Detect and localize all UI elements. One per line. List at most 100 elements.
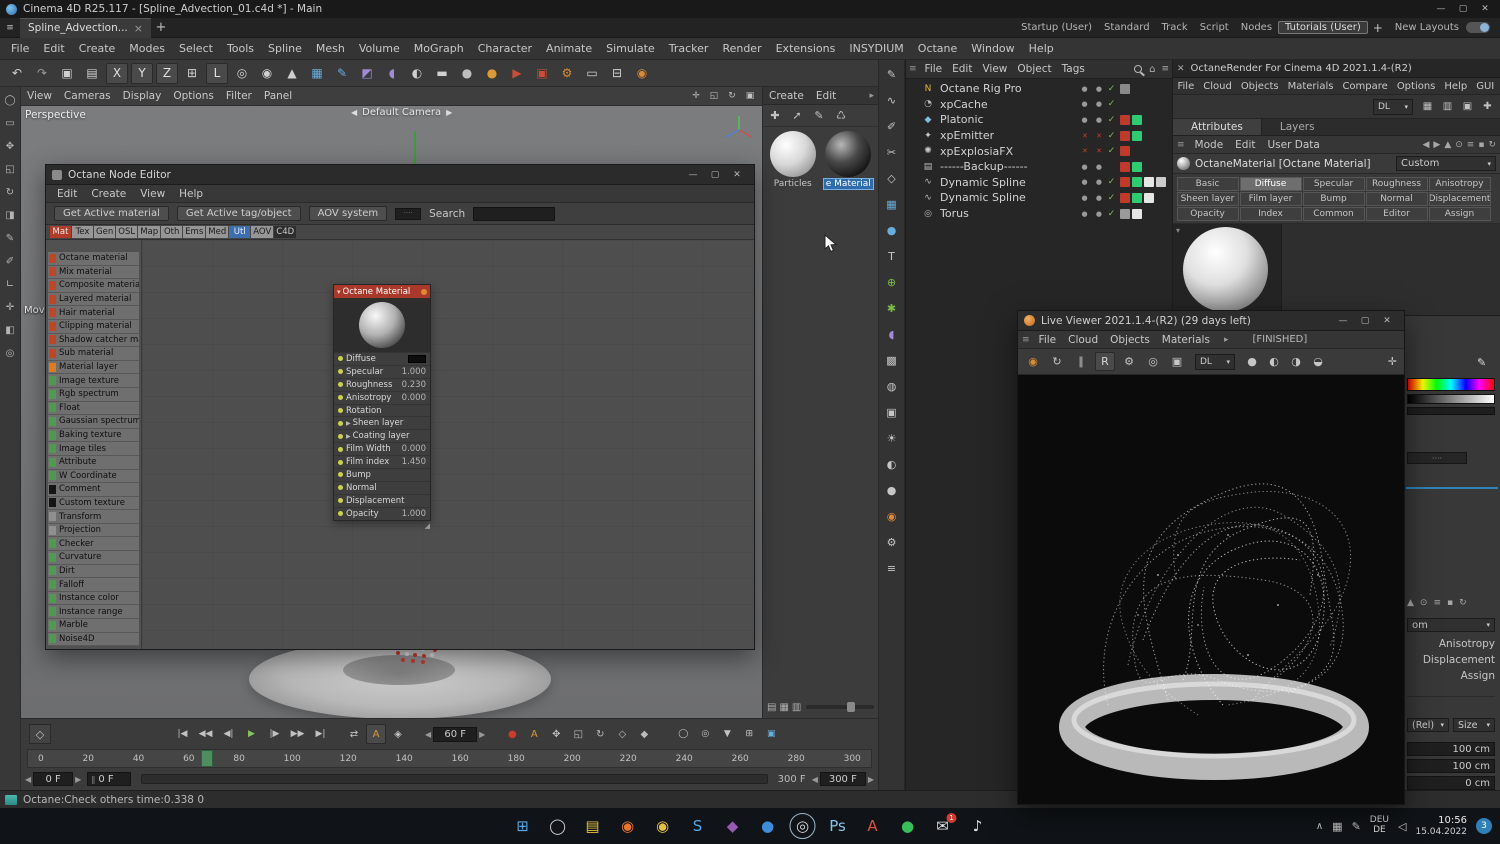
render-view[interactable]	[1018, 375, 1404, 804]
menu-item[interactable]: Character	[471, 42, 539, 55]
get-active-material-button[interactable]: Get Active material	[54, 206, 169, 221]
taskbar-app[interactable]: ▤	[583, 816, 603, 836]
material-icon[interactable]: ●	[882, 482, 901, 499]
music-app-icon[interactable]: ♪	[968, 816, 988, 836]
get-active-tag-button[interactable]: Get Active tag/object	[176, 206, 301, 221]
interactive-render-region-icon[interactable]: ▭	[581, 63, 603, 84]
object-name[interactable]: xpExplosiaFX	[940, 145, 1013, 158]
menu-item[interactable]: Volume	[352, 42, 407, 55]
node-property-row[interactable]: ▶ Diffuse	[334, 352, 430, 365]
document-tab[interactable]: Spline_Advection... ×	[20, 17, 151, 38]
object-tag[interactable]	[1156, 99, 1166, 109]
node-property-row[interactable]: ▶ Normal	[334, 480, 430, 494]
object-tag[interactable]	[1156, 193, 1166, 203]
section-tab[interactable]: Roughness	[1365, 176, 1428, 191]
rotate-view-icon[interactable]: ↻	[724, 88, 740, 104]
menu-item[interactable]: Window	[964, 42, 1021, 55]
axis-tool-icon[interactable]: ✛	[2, 299, 19, 315]
snapshot-list-icon[interactable]: ▤	[81, 63, 103, 84]
taskbar-app[interactable]: ⊞	[513, 816, 533, 836]
node-type-item[interactable]: Custom texture	[48, 496, 139, 511]
object-tag[interactable]	[1120, 161, 1130, 172]
subdivision-surface-icon[interactable]: ◩	[356, 63, 378, 84]
menu-item[interactable]: Mesh	[309, 42, 352, 55]
hue-spectrum-bar[interactable]	[1407, 378, 1495, 391]
move-tool-icon[interactable]: ✥	[2, 138, 19, 154]
settings-icon[interactable]: ⚙	[882, 534, 901, 551]
object-menu-item[interactable]: Edit	[947, 63, 977, 75]
record-parameter-toggle[interactable]: ◇	[612, 724, 632, 744]
node-property-row[interactable]: ▶ Coating layer	[334, 429, 430, 443]
brush-icon[interactable]: ✐	[882, 118, 901, 135]
menu-item[interactable]: Create	[72, 42, 123, 55]
file-explorer-icon[interactable]: ▤	[583, 816, 603, 836]
live-viewer-menu-item[interactable]: Objects	[1104, 334, 1156, 346]
record-keyframe-button[interactable]: ●	[502, 724, 522, 744]
preset-dropdown[interactable]: Custom ▾	[1396, 156, 1496, 171]
solo-mode-icon[interactable]: ◧	[2, 322, 19, 338]
timeline-ruler[interactable]: 0 20 40 60 80 100 120 140 160 180 200 220 240 260 280 3…	[27, 749, 872, 768]
render-camera-icon[interactable]: ▣	[1459, 99, 1476, 115]
node-type-item[interactable]: Comment	[48, 483, 139, 497]
material-tile[interactable]: e Material	[822, 131, 875, 190]
node-type-item[interactable]: Octane material	[48, 252, 139, 266]
brush-tool-icon[interactable]: ✐	[2, 253, 19, 269]
node-editor-menu-item[interactable]: View	[133, 188, 172, 200]
size-x-field[interactable]: 100 cm	[1407, 742, 1495, 756]
menu-item[interactable]: Render	[715, 42, 768, 55]
size-z-field[interactable]: 0 cm	[1407, 776, 1495, 790]
add-material-icon[interactable]: ✚	[765, 107, 785, 125]
node-type-item[interactable]: Instance range	[48, 605, 139, 620]
mode-menu-item[interactable]: Edit	[1229, 139, 1261, 151]
display-filter-icon[interactable]: ≡	[882, 560, 901, 577]
range-slider[interactable]	[141, 774, 768, 784]
object-tag[interactable]	[1144, 99, 1154, 109]
rectangle-selection-icon[interactable]: ▭	[2, 115, 19, 131]
object-tag[interactable]	[1144, 162, 1154, 172]
range-start-mini-field[interactable]: ‖ 0 F	[87, 772, 132, 786]
expand-arrow-icon[interactable]: ▶	[346, 420, 351, 427]
object-tag[interactable]	[1156, 177, 1166, 188]
motion-mode-icon[interactable]: ⊞	[739, 724, 759, 744]
viewport-menu-item[interactable]: Cameras	[58, 90, 117, 102]
taskbar-app[interactable]: A	[863, 816, 883, 836]
model-mode-icon[interactable]: ▲	[281, 63, 303, 84]
tab-list-icon[interactable]: ≡	[0, 18, 20, 38]
text-icon[interactable]: T	[882, 248, 901, 265]
section-tab[interactable]: Opacity	[1176, 206, 1239, 221]
record-rotation-toggle[interactable]: ↻	[590, 724, 610, 744]
taskbar-app[interactable]: ✉ 1	[933, 813, 957, 836]
node-property-row[interactable]: ▶ Bump	[334, 468, 430, 481]
node-type-item[interactable]: Sub material	[48, 347, 139, 361]
panel-menu-icon[interactable]: ≡	[909, 64, 917, 74]
add-tab-button[interactable]: +	[151, 18, 171, 38]
filter-tab[interactable]: Mat	[50, 226, 71, 238]
submenu-arrow-icon[interactable]: ▸	[1224, 335, 1229, 345]
pen-tool-icon[interactable]: ✎	[2, 230, 19, 246]
octane-menu-item[interactable]: Cloud	[1199, 81, 1237, 92]
menu-item[interactable]: INSYDIUM	[842, 42, 910, 55]
section-tab[interactable]: Normal	[1365, 191, 1428, 206]
frame-increment-icon[interactable]: ▶	[479, 730, 485, 739]
input-port-dot[interactable]	[338, 511, 343, 517]
object-name[interactable]: Torus	[940, 207, 969, 220]
snapshot-icon[interactable]: ▥	[1439, 99, 1456, 115]
range-end-decrement-icon[interactable]: ◀	[812, 775, 818, 784]
visibility-dots[interactable]: ● ●	[1082, 100, 1105, 108]
messenger-icon[interactable]: ●	[898, 816, 918, 836]
filter-icon[interactable]: ≡	[1161, 64, 1169, 74]
object-tag[interactable]	[1132, 161, 1142, 172]
section-tab[interactable]: Anisotropy	[1428, 176, 1491, 191]
camera-icon[interactable]: ▣	[882, 404, 901, 421]
object-tag[interactable]	[1156, 131, 1166, 141]
menu-item[interactable]: Modes	[122, 42, 172, 55]
property-value[interactable]: 1.450	[402, 457, 426, 467]
mode-menu-item[interactable]: User Data	[1262, 139, 1326, 151]
node-type-item[interactable]: Rgb spectrum	[48, 387, 139, 402]
layout-button[interactable]: Standard	[1098, 22, 1156, 33]
filter-icon[interactable]: ≡	[1433, 598, 1441, 608]
minimize-button[interactable]: —	[1332, 313, 1354, 329]
playhead[interactable]	[201, 750, 213, 767]
glossy-ball-icon[interactable]: ◐	[1265, 353, 1283, 371]
node-property-row[interactable]: ▶ Roughness 0.230	[334, 377, 430, 391]
